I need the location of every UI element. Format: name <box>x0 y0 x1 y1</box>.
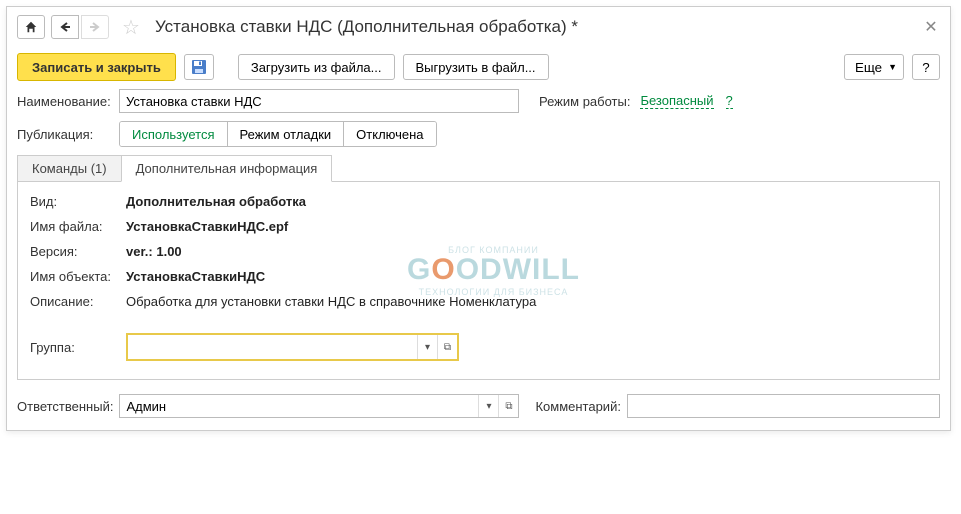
kind-label: Вид: <box>30 194 126 209</box>
save-button[interactable] <box>184 54 214 80</box>
responsible-open-icon[interactable]: ⧉ <box>498 395 518 417</box>
version-value: ver.: 1.00 <box>126 244 182 259</box>
pub-option-off[interactable]: Отключена <box>343 122 435 146</box>
comment-label: Комментарий: <box>535 399 621 414</box>
window-title: Установка ставки НДС (Дополнительная обр… <box>155 17 578 37</box>
tab-commands[interactable]: Команды (1) <box>17 155 122 181</box>
help-button[interactable]: ? <box>912 54 940 80</box>
back-icon[interactable] <box>51 15 79 39</box>
tab-content: Вид: Дополнительная обработка Имя файла:… <box>17 182 940 380</box>
version-label: Версия: <box>30 244 126 259</box>
home-icon[interactable] <box>17 15 45 39</box>
group-label: Группа: <box>30 340 126 355</box>
desc-label: Описание: <box>30 294 126 309</box>
name-input[interactable] <box>119 89 519 113</box>
publication-segmented: Используется Режим отладки Отключена <box>119 121 437 147</box>
tabs: Команды (1) Дополнительная информация <box>17 155 940 182</box>
name-label: Наименование: <box>17 94 113 109</box>
form-area: Наименование: Режим работы: Безопасный ?… <box>7 89 950 418</box>
titlebar: ☆ Установка ставки НДС (Дополнительная о… <box>7 7 950 49</box>
save-to-file-button[interactable]: Выгрузить в файл... <box>403 54 549 80</box>
mode-link[interactable]: Безопасный <box>640 93 713 109</box>
more-button[interactable]: Еще ▼ <box>844 54 904 80</box>
save-close-button[interactable]: Записать и закрыть <box>17 53 176 81</box>
obj-value: УстановкаСтавкиНДС <box>126 269 265 284</box>
group-input-wrapper: ▾ ⧉ <box>126 333 459 361</box>
responsible-dropdown-icon[interactable]: ▾ <box>478 395 498 417</box>
responsible-input-wrapper: ▾ ⧉ <box>119 394 519 418</box>
load-from-file-button[interactable]: Загрузить из файла... <box>238 54 395 80</box>
main-window: ✕ ☆ Установка ставки НДС (Дополнительная… <box>6 6 951 431</box>
publication-label: Публикация: <box>17 127 113 142</box>
pub-option-debug[interactable]: Режим отладки <box>227 122 344 146</box>
close-icon[interactable]: ✕ <box>922 17 940 35</box>
group-open-icon[interactable]: ⧉ <box>437 335 457 359</box>
more-label: Еще <box>855 60 882 75</box>
obj-label: Имя объекта: <box>30 269 126 284</box>
pub-option-used[interactable]: Используется <box>120 122 227 146</box>
chevron-down-icon: ▼ <box>888 62 897 72</box>
tab-additional-info[interactable]: Дополнительная информация <box>121 155 333 182</box>
mode-help-icon[interactable]: ? <box>726 93 733 109</box>
favorite-star-icon[interactable]: ☆ <box>119 15 143 39</box>
comment-input[interactable] <box>627 394 940 418</box>
forward-icon[interactable] <box>81 15 109 39</box>
desc-value: Обработка для установки ставки НДС в спр… <box>126 294 536 309</box>
responsible-label: Ответственный: <box>17 399 113 414</box>
mode-label: Режим работы: <box>539 94 630 109</box>
file-value: УстановкаСтавкиНДС.epf <box>126 219 288 234</box>
toolbar: Записать и закрыть Загрузить из файла...… <box>7 49 950 89</box>
responsible-input[interactable] <box>120 395 478 417</box>
group-input[interactable] <box>128 335 417 359</box>
kind-value: Дополнительная обработка <box>126 194 306 209</box>
group-dropdown-icon[interactable]: ▾ <box>417 335 437 359</box>
file-label: Имя файла: <box>30 219 126 234</box>
